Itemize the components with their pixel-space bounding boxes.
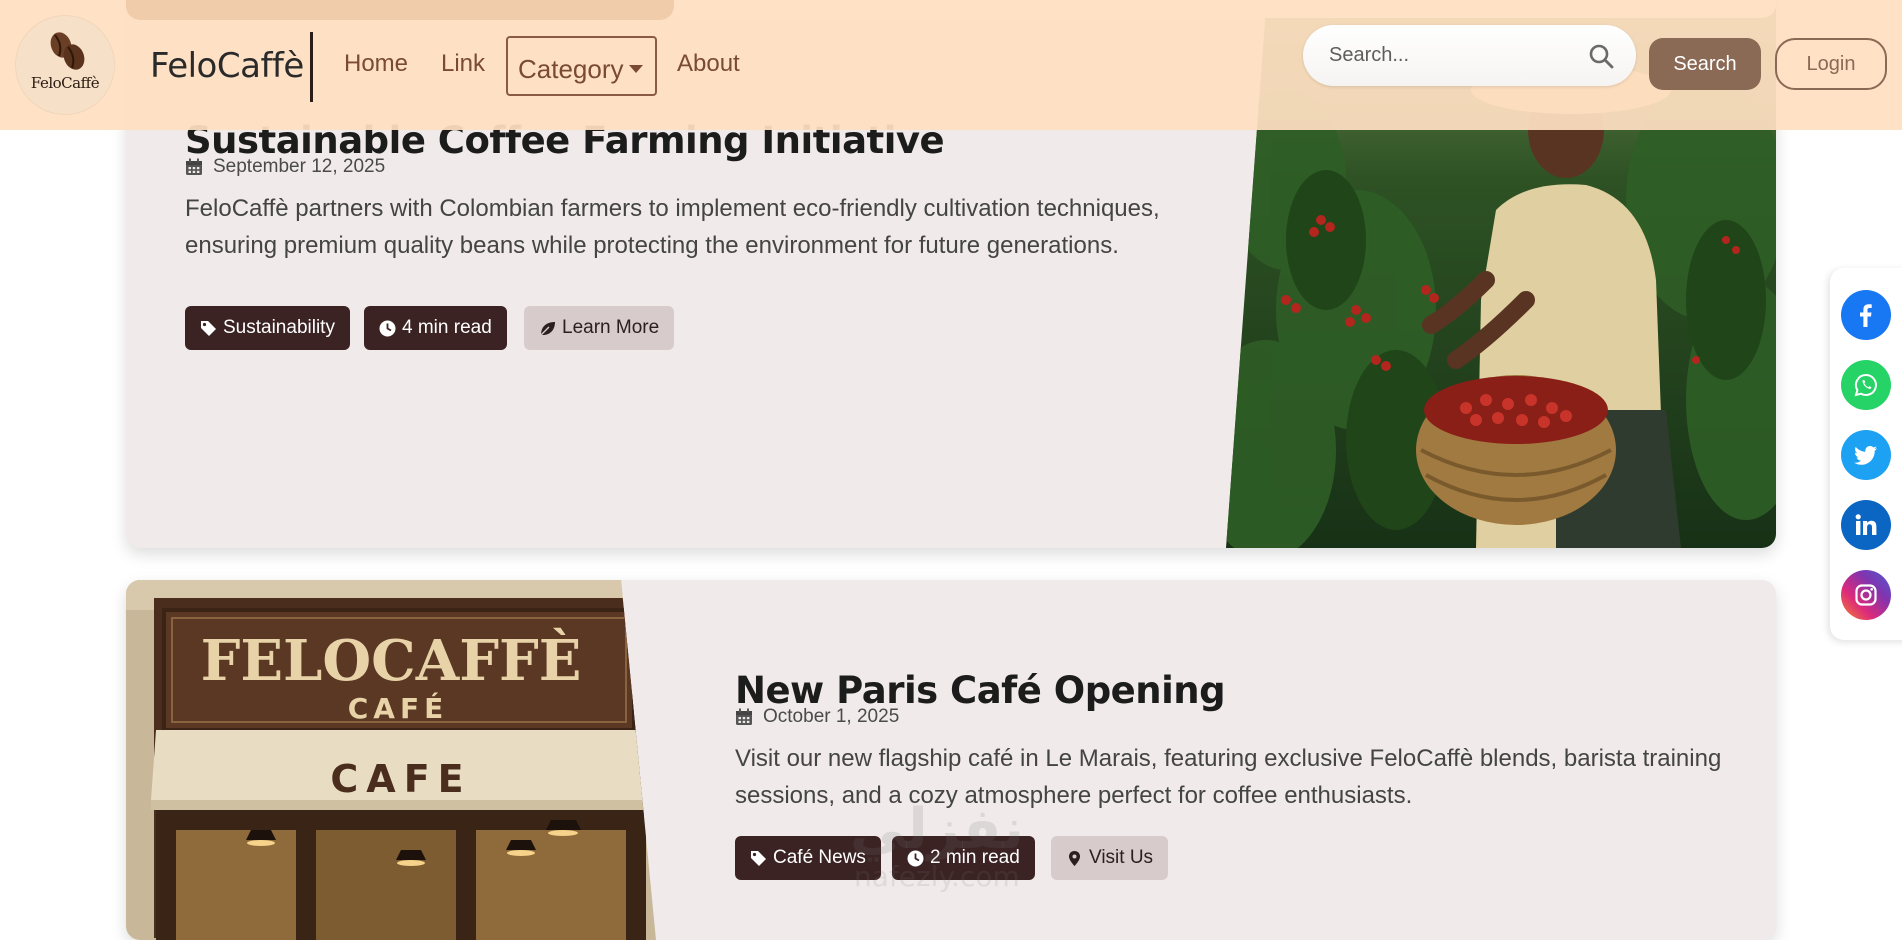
- clock-icon: [907, 850, 924, 866]
- linkedin-icon: [1855, 514, 1877, 535]
- tag-icon: [201, 320, 216, 336]
- storefront-sign-main: FELOCAFFÈ: [201, 627, 582, 694]
- category-badge-label: Sustainability: [223, 317, 335, 338]
- social-share-bar: [1830, 268, 1902, 640]
- article-description: FeloCaffè partners with Colombian farmer…: [185, 190, 1185, 264]
- article-card-paris: FELOCAFFÈ CAFÉ CAFE New Paris Café Openi…: [126, 580, 1776, 940]
- nav-about-link[interactable]: About: [677, 50, 740, 78]
- article-date: October 1, 2025: [735, 706, 899, 728]
- navbar: FeloCaffè FeloCaffè Home Link Category A…: [0, 0, 1902, 130]
- tag-icon: [751, 850, 766, 866]
- read-time-badge: 4 min read: [364, 306, 507, 350]
- read-time-label: 2 min read: [930, 847, 1020, 868]
- whatsapp-share-button[interactable]: [1841, 360, 1891, 410]
- search-box: [1303, 25, 1636, 86]
- twitter-icon: [1854, 446, 1877, 465]
- search-icon[interactable]: [1588, 43, 1614, 69]
- visit-us-button[interactable]: Visit Us: [1051, 836, 1169, 880]
- linkedin-share-button[interactable]: [1841, 500, 1891, 550]
- login-button[interactable]: Login: [1775, 38, 1887, 90]
- visit-us-label: Visit Us: [1089, 847, 1154, 868]
- nav-category-label: Category: [518, 54, 624, 84]
- search-input[interactable]: [1327, 40, 1567, 70]
- category-badge[interactable]: Café News: [735, 836, 881, 880]
- article-date-text: October 1, 2025: [763, 706, 900, 727]
- leaf-icon: [539, 321, 555, 336]
- search-button[interactable]: Search: [1649, 38, 1761, 90]
- nav-link-link[interactable]: Link: [441, 50, 485, 78]
- paris-cafe-image: FELOCAFFÈ CAFÉ CAFE: [126, 580, 656, 940]
- previous-card-edge-right: [674, 0, 1776, 18]
- twitter-share-button[interactable]: [1841, 430, 1891, 480]
- logo-text: FeloCaffè: [30, 74, 100, 92]
- learn-more-label: Learn More: [562, 317, 660, 338]
- instagram-share-button[interactable]: [1841, 570, 1891, 620]
- facebook-share-button[interactable]: [1841, 290, 1891, 340]
- nav-category-dropdown[interactable]: Category: [506, 36, 657, 96]
- coffee-beans-icon: [50, 32, 85, 70]
- article-date: September 12, 2025: [185, 156, 385, 178]
- previous-card-edge: [126, 0, 674, 20]
- article-description-line: FeloCaffè partners with Colombian farmer…: [185, 195, 1160, 222]
- category-badge-label: Café News: [773, 847, 866, 868]
- read-time-badge: 2 min read: [892, 836, 1035, 880]
- map-marker-icon: [1069, 850, 1080, 866]
- nav-home-link[interactable]: Home: [344, 50, 408, 78]
- storefront-awning-text: CAFE: [330, 757, 471, 801]
- calendar-icon: [736, 708, 752, 725]
- whatsapp-icon: [1854, 373, 1877, 397]
- storefront-sign-sub: CAFÉ: [348, 691, 448, 725]
- article-description-line: sessions, and a cozy atmosphere perfect …: [735, 782, 1413, 809]
- learn-more-button[interactable]: Learn More: [524, 306, 675, 350]
- read-time-label: 4 min read: [402, 317, 492, 338]
- article-description-line: ensuring premium quality beans while pro…: [185, 232, 1119, 259]
- article-date-text: September 12, 2025: [213, 156, 386, 177]
- brand-divider: [310, 32, 313, 102]
- article-description: Visit our new flagship café in Le Marais…: [735, 740, 1745, 814]
- calendar-icon: [186, 158, 202, 175]
- logo[interactable]: FeloCaffè: [16, 16, 114, 114]
- category-badge[interactable]: Sustainability: [185, 306, 350, 350]
- clock-icon: [379, 320, 396, 336]
- brand-name[interactable]: FeloCaffè: [150, 46, 304, 86]
- chevron-down-icon: [629, 65, 643, 73]
- instagram-icon: [1855, 584, 1877, 606]
- article-description-line: Visit our new flagship café in Le Marais…: [735, 745, 1722, 772]
- facebook-icon: [1860, 304, 1872, 327]
